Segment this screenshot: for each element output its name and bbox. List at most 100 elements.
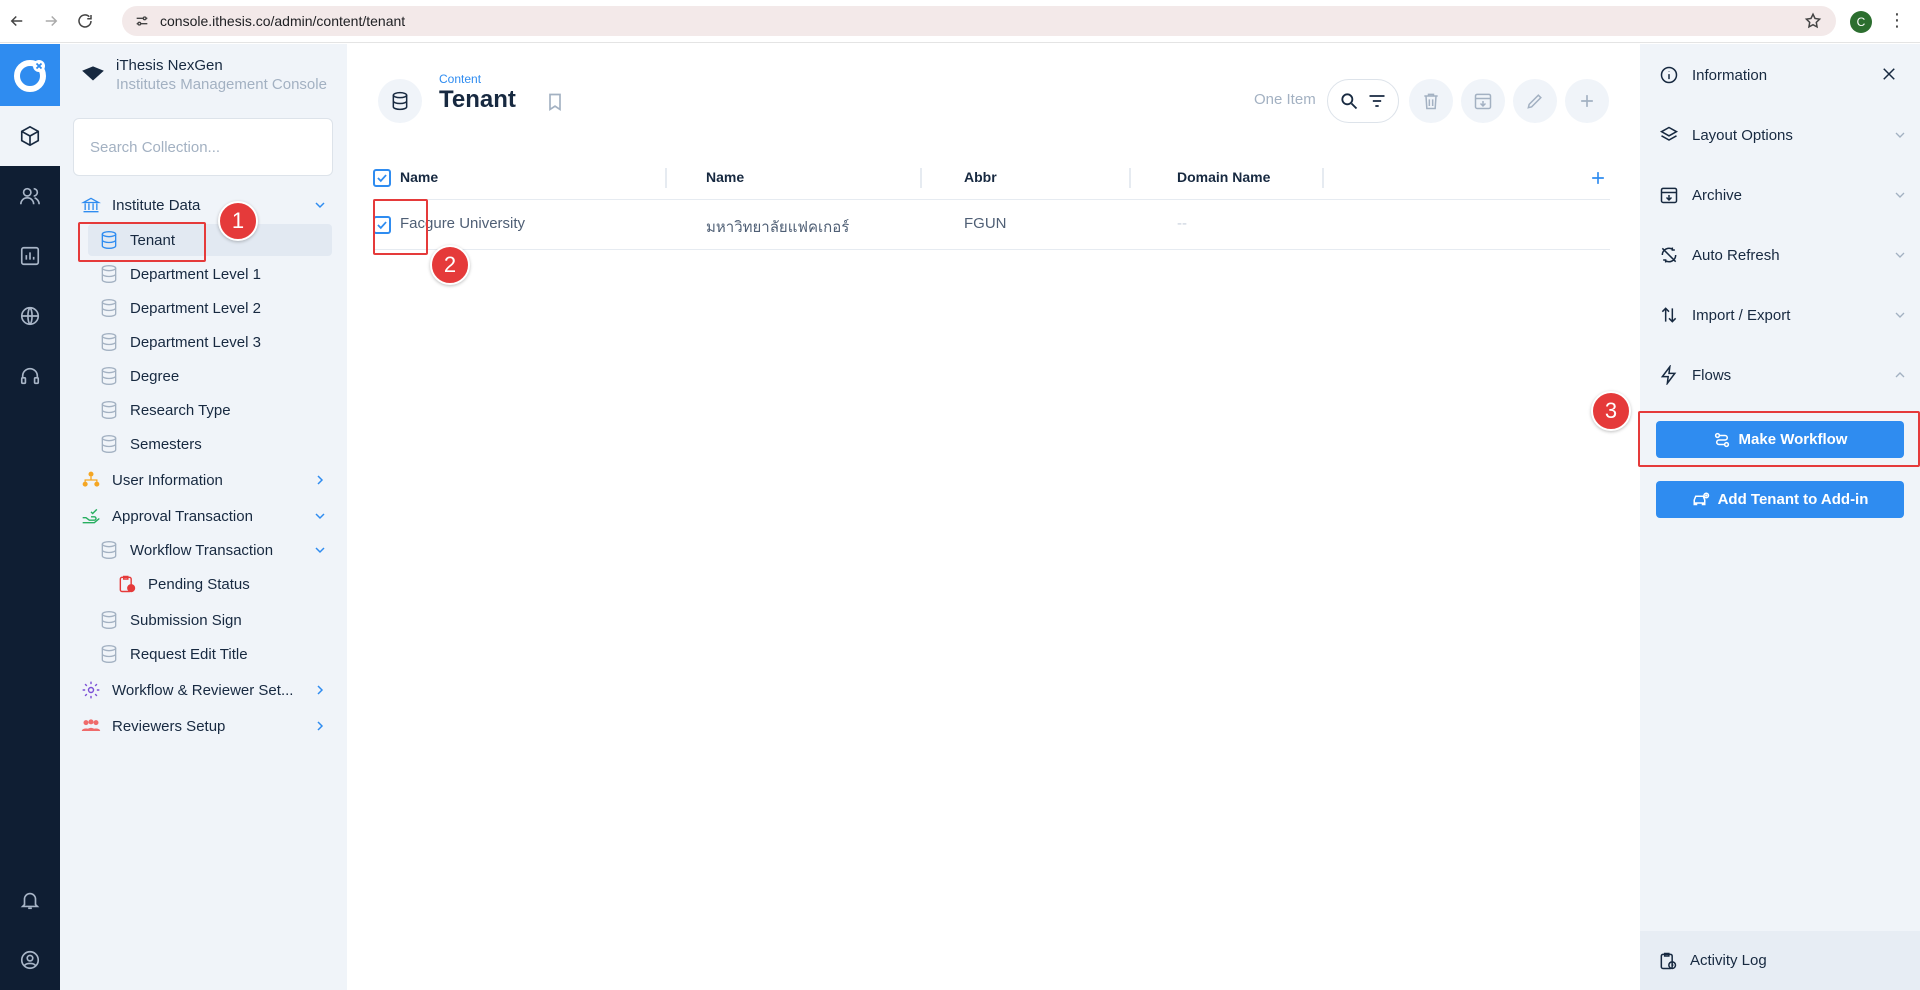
sidebar-label: Archive bbox=[1692, 186, 1743, 204]
profile-avatar[interactable]: C bbox=[1850, 11, 1872, 33]
app-logo[interactable] bbox=[0, 44, 60, 106]
annotation-step-3: 3 bbox=[1591, 391, 1631, 431]
nav-label: Workflow Transaction bbox=[130, 541, 274, 559]
sidebar-auto-refresh[interactable]: Auto Refresh bbox=[1658, 240, 1908, 270]
activity-log-label: Activity Log bbox=[1690, 952, 1767, 969]
nav-item-pending-status[interactable]: Pending Status bbox=[116, 570, 250, 598]
rail-support[interactable] bbox=[0, 346, 60, 406]
clipboard-clock-icon bbox=[1660, 952, 1677, 969]
chevron-down-icon[interactable] bbox=[312, 542, 328, 558]
column-divider[interactable] bbox=[665, 168, 667, 188]
rail-content[interactable] bbox=[0, 106, 60, 166]
sidebar-information[interactable]: Information bbox=[1658, 60, 1908, 90]
project-logo-icon bbox=[82, 66, 104, 81]
nav-label: Approval Transaction bbox=[112, 507, 253, 525]
add-field-icon[interactable] bbox=[1588, 168, 1608, 188]
column-divider[interactable] bbox=[1129, 168, 1131, 188]
column-header-abbr[interactable]: Abbr bbox=[964, 169, 997, 185]
browser-menu-icon[interactable]: ⋮ bbox=[1888, 10, 1906, 34]
close-icon[interactable] bbox=[1880, 65, 1898, 83]
rail-notifications[interactable] bbox=[0, 870, 60, 930]
nav-item-submission-sign[interactable]: Submission Sign bbox=[98, 606, 242, 634]
sidebar-layout-options[interactable]: Layout Options bbox=[1658, 120, 1908, 150]
column-header-name-th[interactable]: Name bbox=[706, 169, 744, 185]
annotation-step-1: 1 bbox=[218, 201, 258, 241]
add-tenant-to-addin-button[interactable]: Add Tenant to Add-in bbox=[1656, 481, 1904, 518]
nav-item-request-edit-title[interactable]: Request Edit Title bbox=[98, 640, 248, 668]
detail-sidebar: Information Layout Options Archive Auto … bbox=[1640, 44, 1920, 990]
nav-label: Institute Data bbox=[112, 196, 201, 214]
chevron-down-icon bbox=[1895, 192, 1905, 198]
site-settings-icon[interactable] bbox=[134, 13, 150, 29]
create-item-button[interactable] bbox=[1565, 79, 1609, 123]
globe-icon bbox=[20, 306, 40, 326]
nav-label: Research Type bbox=[130, 401, 231, 419]
nav-item-research-type[interactable]: Research Type bbox=[98, 396, 231, 424]
search-collection-input[interactable]: Search Collection... bbox=[73, 118, 333, 176]
users-icon bbox=[20, 187, 40, 205]
sidebar-archive[interactable]: Archive bbox=[1658, 180, 1908, 210]
bookmark-star-icon[interactable] bbox=[1804, 12, 1822, 30]
refresh-off-icon bbox=[1658, 244, 1680, 266]
rail-account[interactable] bbox=[0, 930, 60, 990]
archive-button[interactable] bbox=[1461, 79, 1505, 123]
trash-icon bbox=[1424, 93, 1438, 110]
module-rail bbox=[0, 44, 60, 990]
rail-globe[interactable] bbox=[0, 286, 60, 346]
search-filter-button[interactable] bbox=[1327, 79, 1399, 123]
nav-item-degree[interactable]: Degree bbox=[98, 362, 179, 390]
database-icon bbox=[392, 91, 408, 111]
column-divider[interactable] bbox=[1322, 168, 1324, 188]
breadcrumb[interactable]: Content bbox=[439, 72, 481, 86]
nav-group-user-information[interactable]: User Information bbox=[80, 466, 328, 494]
nav-group-reviewers-setup[interactable]: Reviewers Setup bbox=[80, 712, 328, 740]
nav-group-approval-transaction[interactable]: Approval Transaction bbox=[80, 502, 328, 530]
back-button[interactable] bbox=[0, 4, 34, 38]
database-icon bbox=[98, 539, 120, 561]
rail-insights[interactable] bbox=[0, 226, 60, 286]
sidebar-import-export[interactable]: Import / Export bbox=[1658, 300, 1908, 330]
add-tenant-label: Add Tenant to Add-in bbox=[1717, 491, 1869, 508]
reload-button[interactable] bbox=[68, 4, 102, 38]
database-icon bbox=[98, 331, 120, 353]
sidebar-label: Flows bbox=[1692, 366, 1732, 384]
nav-item-department-level-3[interactable]: Department Level 3 bbox=[98, 328, 261, 356]
layers-icon bbox=[1658, 124, 1680, 146]
sidebar-flows[interactable]: Flows bbox=[1658, 360, 1908, 390]
nav-item-department-level-1[interactable]: Department Level 1 bbox=[98, 260, 261, 288]
info-icon bbox=[1658, 64, 1680, 86]
delete-button[interactable] bbox=[1409, 79, 1453, 123]
tenant-table: Name Name Abbr Domain Name Facgure Unive… bbox=[373, 156, 1610, 250]
sidebar-label: Auto Refresh bbox=[1692, 246, 1780, 264]
chevron-right-icon[interactable] bbox=[312, 682, 328, 698]
nav-item-semesters[interactable]: Semesters bbox=[98, 430, 202, 458]
car-add-icon bbox=[1693, 492, 1709, 505]
nav-item-department-level-2[interactable]: Department Level 2 bbox=[98, 294, 261, 322]
nav-group-institute-data[interactable]: Institute Data bbox=[80, 191, 328, 219]
chevron-right-icon[interactable] bbox=[312, 472, 328, 488]
column-divider[interactable] bbox=[920, 168, 922, 188]
nav-item-workflow-transaction[interactable]: Workflow Transaction bbox=[98, 536, 328, 564]
edit-button[interactable] bbox=[1513, 79, 1557, 123]
rail-users[interactable] bbox=[0, 166, 60, 226]
bolt-icon bbox=[1658, 364, 1680, 386]
address-bar[interactable]: console.ithesis.co/admin/content/tenant bbox=[122, 6, 1836, 36]
headset-icon bbox=[20, 367, 40, 385]
nav-group-workflow-reviewer[interactable]: Workflow & Reviewer Set... bbox=[80, 676, 328, 704]
chevron-right-icon[interactable] bbox=[312, 718, 328, 734]
table-row[interactable]: Facgure University มหาวิทยาลัยแฟคเกอร์ F… bbox=[373, 200, 1610, 250]
cube-icon bbox=[20, 125, 40, 147]
gear-users-icon bbox=[80, 679, 102, 701]
database-icon bbox=[98, 263, 120, 285]
archive-down-icon bbox=[1474, 93, 1492, 110]
chevron-down-icon bbox=[1895, 132, 1905, 138]
select-all-checkbox[interactable] bbox=[373, 169, 391, 187]
column-header-domain-name[interactable]: Domain Name bbox=[1177, 169, 1270, 185]
cell-domain-name: -- bbox=[1177, 215, 1187, 232]
chevron-down-icon[interactable] bbox=[312, 197, 328, 213]
bookmark-icon[interactable] bbox=[545, 92, 565, 112]
chevron-down-icon[interactable] bbox=[312, 508, 328, 524]
column-header-name[interactable]: Name bbox=[400, 169, 438, 185]
forward-button[interactable] bbox=[34, 4, 68, 38]
activity-log[interactable]: Activity Log bbox=[1640, 931, 1920, 990]
